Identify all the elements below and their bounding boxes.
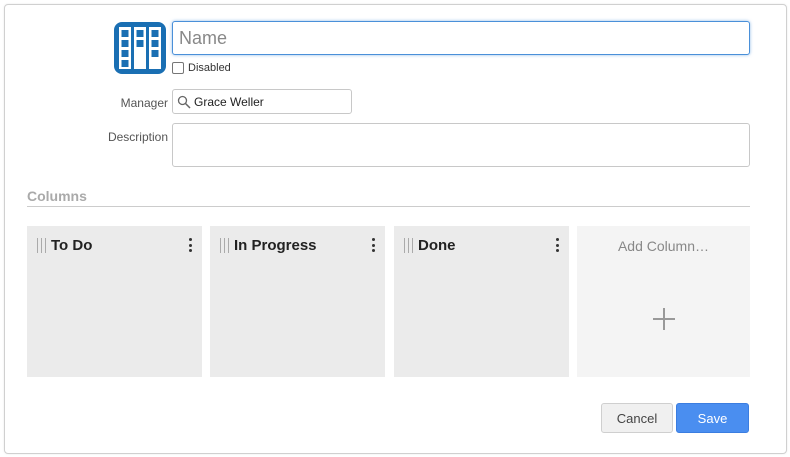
vertical-ellipsis-icon[interactable]	[188, 238, 192, 252]
kanban-board-icon	[114, 22, 166, 74]
manager-label: Manager	[120, 96, 168, 110]
manager-value: Grace Weller	[194, 94, 264, 109]
manager-field[interactable]: Grace Weller	[172, 89, 352, 114]
disabled-label[interactable]: Disabled	[188, 62, 231, 74]
column-card-todo[interactable]: To Do	[27, 226, 202, 377]
drag-handle-icon[interactable]	[37, 238, 46, 253]
column-card-in-progress[interactable]: In Progress	[210, 226, 385, 377]
add-column-label: Add Column…	[617, 238, 710, 254]
disabled-row: Disabled	[172, 61, 231, 75]
column-title: To Do	[51, 237, 93, 254]
vertical-ellipsis-icon[interactable]	[371, 238, 375, 252]
search-icon	[177, 95, 191, 109]
save-button[interactable]: Save	[676, 403, 749, 433]
drag-handle-icon[interactable]	[404, 238, 413, 253]
vertical-ellipsis-icon[interactable]	[555, 238, 559, 252]
cancel-button[interactable]: Cancel	[601, 403, 673, 433]
column-title: In Progress	[234, 237, 317, 254]
name-input[interactable]	[172, 21, 750, 55]
add-column-card[interactable]: Add Column…	[577, 226, 750, 377]
plus-icon[interactable]	[653, 308, 675, 330]
column-card-done[interactable]: Done	[394, 226, 569, 377]
drag-handle-icon[interactable]	[220, 238, 229, 253]
description-label: Description	[107, 130, 168, 144]
description-textarea[interactable]	[172, 123, 750, 167]
section-divider	[27, 206, 750, 207]
disabled-checkbox[interactable]	[172, 62, 184, 74]
columns-section-title: Columns	[27, 188, 87, 204]
column-title: Done	[418, 237, 456, 254]
